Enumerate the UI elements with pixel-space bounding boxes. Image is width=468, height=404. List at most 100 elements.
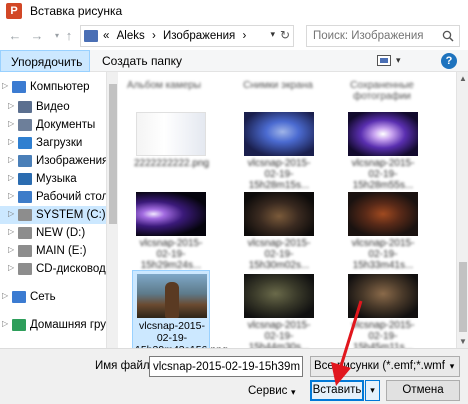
navigation-pane: ▷ Компьютер ▷ Видео ▷ Документы ▷ Загрузки ▷ Изоб… (0, 72, 106, 348)
drive-icon (18, 245, 32, 257)
filename-input[interactable] (150, 357, 300, 376)
nav-item[interactable]: ▷ Изображения (0, 152, 106, 170)
scrollbar-thumb[interactable] (459, 262, 467, 332)
expand-chevron-icon[interactable]: ▷ (8, 245, 16, 254)
cancel-button[interactable]: Отмена (386, 380, 460, 401)
chevron-down-icon[interactable]: ▾ (445, 357, 459, 376)
window-title: Вставка рисунка (30, 4, 123, 18)
file-tile[interactable]: vlcsnap-2015-02-19-15h39m43s156.png (132, 270, 228, 348)
file-tile[interactable]: vlcsnap-2015-02-19-15h28m15s... (240, 108, 318, 191)
nav-item[interactable]: ▷ Компьютер (0, 78, 106, 96)
nav-item-label: Сеть (30, 291, 56, 303)
file-tile[interactable]: vlcsnap-2015-02-19-15h29m24s... (132, 188, 210, 271)
breadcrumb-item[interactable]: Изображения (163, 30, 235, 42)
breadcrumb-separator[interactable]: › (152, 30, 156, 42)
scroll-up-icon[interactable]: ▲ (457, 74, 468, 83)
breadcrumb-separator[interactable]: › (242, 30, 246, 42)
file-tile[interactable]: vlcsnap-2015-02-19-15h44m30s... (240, 270, 318, 348)
image-thumbnail (244, 274, 314, 318)
search-input[interactable] (313, 27, 439, 45)
nav-item-label: Рабочий стол (36, 191, 106, 203)
file-name: vlcsnap-2015-02-19-15h29m24s... (139, 238, 203, 271)
bottom-panel: Имя файла: Все рисунки (*.emf;*.wmf;*.jp… (0, 348, 468, 404)
file-tile[interactable]: 2222222222.png (132, 108, 210, 190)
documents-icon (18, 119, 32, 131)
help-icon[interactable]: ? (441, 53, 457, 69)
breadcrumb-overflow[interactable]: « (103, 30, 109, 42)
expand-chevron-icon[interactable]: ▷ (2, 81, 10, 90)
file-tile[interactable]: vlcsnap-2015-02-19-15h30m02s... (240, 188, 318, 271)
organize-button[interactable]: Упорядочить ▾ (0, 50, 90, 83)
address-dropdown-icon[interactable]: ▾ (270, 29, 275, 40)
scrollbar-thumb[interactable] (109, 84, 117, 224)
scroll-down-icon[interactable]: ▼ (457, 337, 468, 346)
up-icon[interactable]: ↑ (60, 27, 78, 45)
expand-chevron-icon[interactable]: ▷ (8, 137, 16, 146)
file-tile[interactable]: vlcsnap-2015-02-19-15h28m55s... (344, 108, 422, 191)
refresh-icon[interactable]: ↻ (280, 28, 290, 42)
tools-dropdown-icon[interactable]: ▾ (291, 387, 296, 398)
forward-icon[interactable]: → (28, 27, 46, 45)
nav-item[interactable]: ▷ MAIN (E:) (0, 242, 106, 260)
insert-button[interactable]: Вставить (310, 380, 364, 401)
expand-chevron-icon[interactable]: ▷ (8, 227, 16, 236)
nav-item[interactable]: ▷ CD-дисковод (H (0, 260, 106, 278)
file-name: vlcsnap-2015-02-19-15h30m02s... (247, 238, 311, 271)
file-tile[interactable]: vlcsnap-2015-02-19-15h45m11s... (344, 270, 422, 348)
nav-item[interactable]: ▷ Загрузки (0, 134, 106, 152)
view-options-dropdown-icon[interactable]: ▾ (396, 55, 401, 66)
video-icon (18, 101, 32, 113)
expand-chevron-icon[interactable]: ▷ (8, 173, 16, 182)
nav-item[interactable]: ▷ Документы (0, 116, 106, 134)
expand-chevron-icon[interactable]: ▷ (2, 319, 10, 328)
filename-field[interactable] (149, 356, 303, 377)
image-thumbnail (348, 274, 418, 318)
computer-icon (12, 81, 26, 93)
pictures-icon (18, 155, 32, 167)
breadcrumb-item[interactable]: Aleks (117, 30, 145, 42)
address-row: ← → ▾ ↑ « Aleks › Изображения › ▾ ↻ (0, 22, 468, 50)
expand-chevron-icon[interactable]: ▷ (8, 119, 16, 128)
expand-chevron-icon[interactable]: ▷ (2, 291, 10, 300)
nav-item[interactable]: ▷ Домашняя групп (0, 316, 106, 334)
nav-item[interactable]: ▷ NEW (D:) (0, 224, 106, 242)
nav-item[interactable]: ▷ Видео (0, 98, 106, 116)
file-list-scrollbar[interactable]: ▲ ▼ (456, 72, 468, 348)
file-list: Альбом камеры Снимки экрана Сохраненные … (118, 72, 456, 348)
expand-chevron-icon[interactable]: ▷ (8, 155, 16, 164)
search-icon[interactable] (442, 30, 454, 42)
search-box[interactable] (306, 25, 460, 47)
tools-button[interactable]: Сервис (248, 385, 287, 397)
nav-item-label: Документы (36, 119, 96, 131)
image-thumbnail (348, 192, 418, 236)
nav-item-label: Компьютер (30, 81, 90, 93)
change-view-icon[interactable] (377, 55, 391, 66)
expand-chevron-icon[interactable]: ▷ (8, 101, 16, 110)
nav-item-label: CD-дисковод (H (36, 263, 106, 275)
image-thumbnail (136, 192, 206, 236)
file-tile[interactable]: vlcsnap-2015-02-19-15h33m41s... (344, 188, 422, 271)
nav-item[interactable]: ▷ Рабочий стол (0, 188, 106, 206)
group-header: Альбом камеры (127, 80, 201, 91)
drive-icon (18, 209, 32, 221)
file-name: vlcsnap-2015-02-19-15h44m30s... (247, 320, 311, 348)
nav-item[interactable]: ▷ Сеть (0, 288, 106, 306)
nav-item[interactable]: ▷ Музыка (0, 170, 106, 188)
expand-chevron-icon[interactable]: ▷ (8, 263, 16, 272)
address-bar[interactable]: « Aleks › Изображения › ▾ ↻ (80, 25, 294, 47)
expand-chevron-icon[interactable]: ▷ (8, 191, 16, 200)
homegroup-icon (12, 319, 26, 331)
expand-chevron-icon[interactable]: ▷ (8, 209, 16, 218)
image-thumbnail (244, 112, 314, 156)
nav-item-label: MAIN (E:) (36, 245, 87, 257)
navigation-scrollbar[interactable] (106, 72, 118, 348)
nav-item[interactable]: ▷ SYSTEM (C:) (0, 206, 106, 224)
new-folder-button[interactable]: Создать папку (102, 54, 182, 68)
back-icon[interactable]: ← (6, 27, 24, 45)
downloads-icon (18, 137, 32, 149)
cd-drive-icon (18, 263, 32, 275)
file-type-select[interactable]: Все рисунки (*.emf;*.wmf;*.jpg ▾ (310, 356, 460, 377)
file-name: vlcsnap-2015-02-19-15h28m55s... (351, 158, 415, 191)
insert-options-dropdown[interactable]: ▾ (365, 380, 380, 401)
nav-item-label: SYSTEM (C:) (36, 209, 106, 221)
